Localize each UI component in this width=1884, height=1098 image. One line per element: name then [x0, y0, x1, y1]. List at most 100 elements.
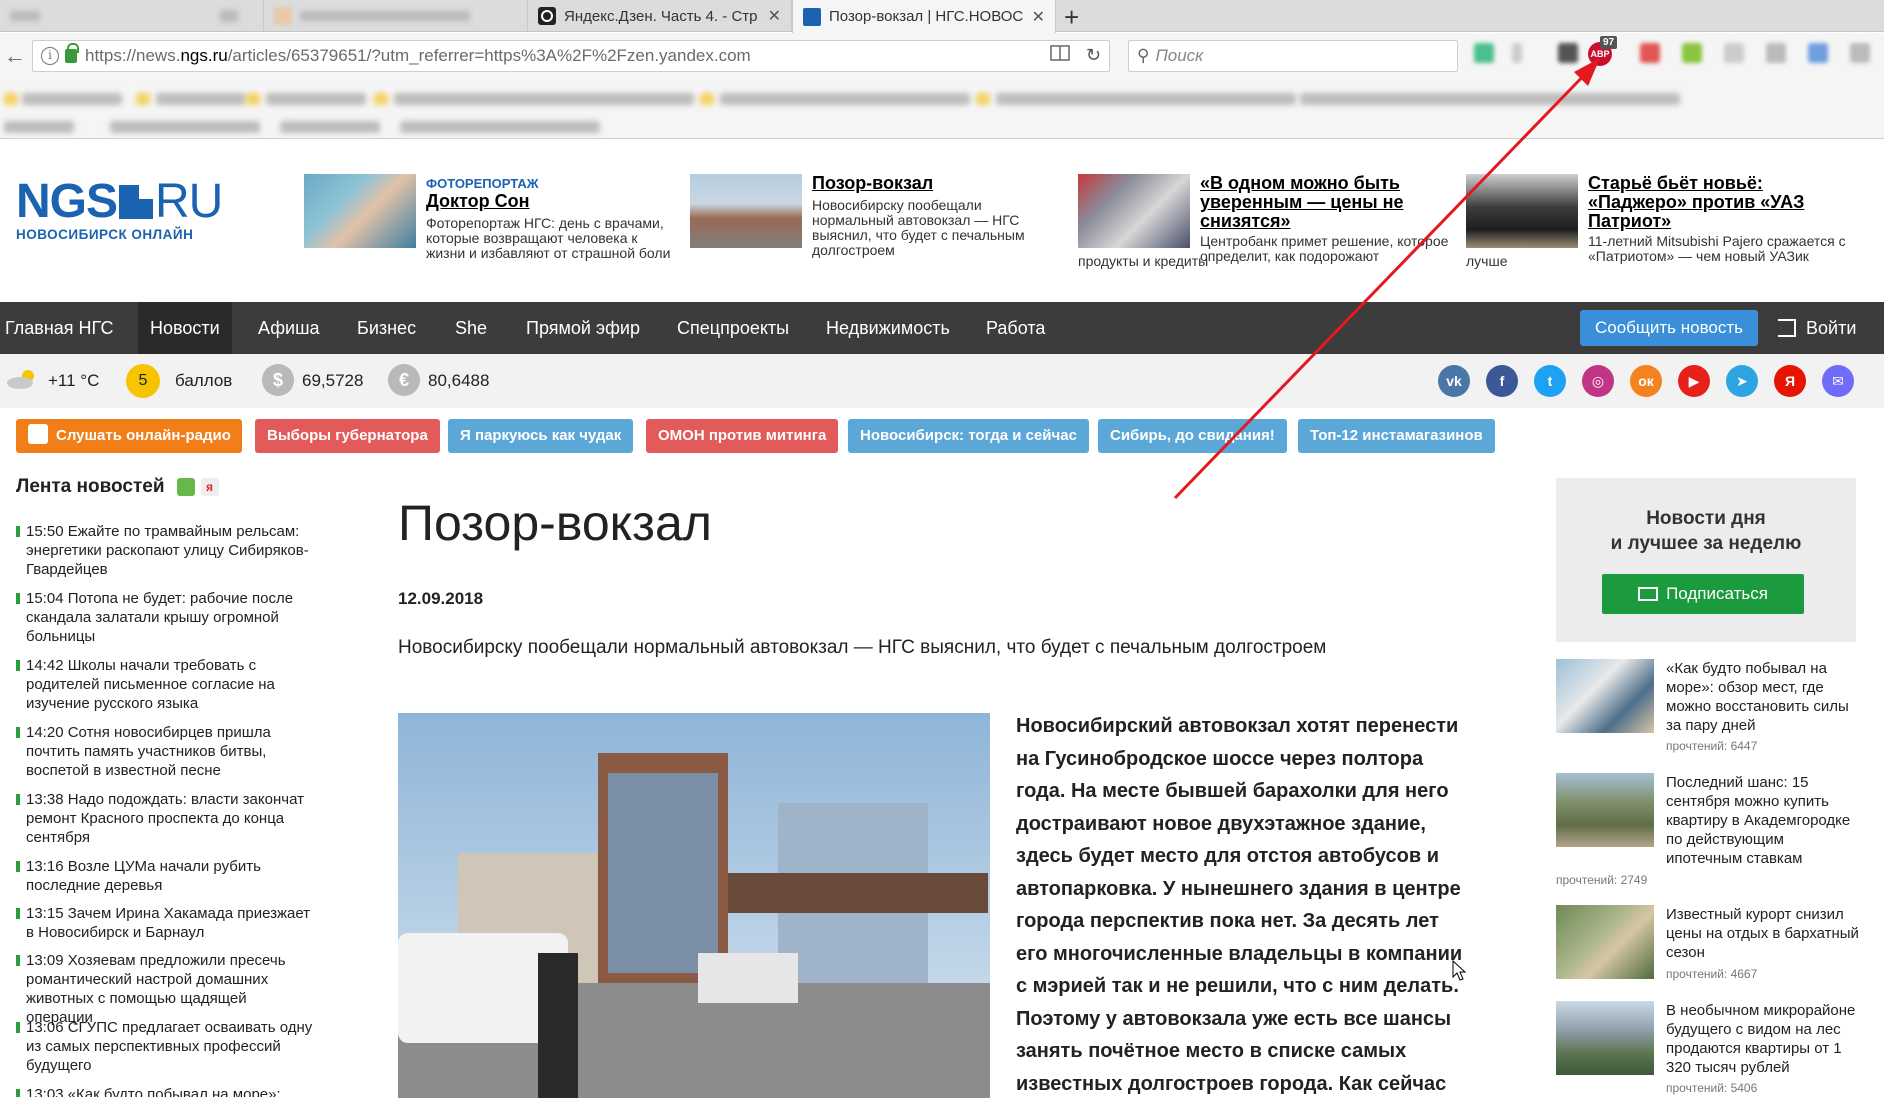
reload-icon[interactable]: ↻ [1086, 45, 1101, 66]
ngs-logo[interactable]: NGS RU НОВОСИБИРСК ОНЛАЙН [16, 174, 223, 242]
rss-icon[interactable] [176, 478, 195, 496]
article-photo[interactable] [398, 713, 990, 1098]
nav-item-realty[interactable]: Недвижимость [821, 302, 955, 354]
promo-text: Фоторепортаж НГС: день с врачами, которы… [426, 215, 671, 261]
nav-item-jobs[interactable]: Работа [981, 302, 1050, 354]
article-lead: Новосибирску пообещали нормальный автово… [398, 637, 1327, 658]
feed-item[interactable]: 13:15 Зачем Ирина Хакамада приезжает в Н… [16, 904, 316, 942]
sidebar-news-title[interactable]: «Как будто побывал на море»: обзор мест,… [1666, 659, 1862, 735]
login-button[interactable]: Войти [1778, 302, 1856, 354]
sidebar-news-item[interactable]: Известный курорт снизил цены на отдых в … [1556, 905, 1866, 985]
nav-item-home[interactable]: Главная НГС [0, 302, 118, 354]
url-bar[interactable]: i https://news. ngs.ru/articles/65379651/… [32, 40, 1110, 72]
subscribe-box: Новости дня и лучшее за неделю Подписатьс… [1556, 478, 1856, 642]
extension-icon[interactable] [1808, 43, 1828, 63]
tag-siberia[interactable]: Сибирь, до свидания! [1098, 419, 1287, 453]
extension-icon[interactable] [1640, 43, 1660, 63]
promo-card[interactable]: Позор-вокзал Новосибирску пообещали норм… [690, 174, 1050, 284]
sidebar-news-title[interactable]: Последний шанс: 15 сентября можно купить… [1666, 773, 1862, 868]
reader-view-icon[interactable] [1050, 45, 1070, 66]
nav-item-specials[interactable]: Спецпроекты [672, 302, 794, 354]
promo-thumbnail[interactable] [690, 174, 802, 248]
tag-elections[interactable]: Выборы губернатора [255, 419, 440, 453]
sidebar-news-item[interactable]: Последний шанс: 15 сентября можно купить… [1556, 773, 1866, 893]
youtube-icon[interactable]: ▶ [1678, 365, 1710, 397]
feed-item[interactable]: 14:20 Сотня новосибирцев пришла почтить … [16, 723, 316, 780]
nav-item-live[interactable]: Прямой эфир [521, 302, 645, 354]
feed-item[interactable]: 15:50 Ежайте по трамвайным рельсам: энер… [16, 522, 316, 579]
promo-thumbnail[interactable] [1078, 174, 1190, 248]
feed-item[interactable]: 14:42 Школы начали требовать с родителей… [16, 656, 316, 713]
instagram-icon[interactable]: ◎ [1582, 365, 1614, 397]
promo-thumbnail[interactable] [1466, 174, 1578, 248]
search-bar[interactable]: ⚲ Поиск [1128, 40, 1458, 72]
sidebar-news-item[interactable]: «Как будто побывал на море»: обзор мест,… [1556, 659, 1866, 759]
promo-card[interactable]: ФОТОРЕПОРТАЖ Доктор Сон Фоторепортаж НГС… [304, 174, 680, 284]
report-news-button[interactable]: Сообщить новость [1580, 310, 1758, 346]
nav-item-news[interactable]: Новости [138, 302, 232, 354]
feed-item[interactable]: 13:38 Надо подождать: власти закончат ре… [16, 790, 316, 847]
extension-icon[interactable] [1558, 43, 1578, 63]
extension-icon[interactable] [1682, 43, 1702, 63]
extension-icon[interactable] [1474, 43, 1494, 63]
nav-item-afisha[interactable]: Афиша [253, 302, 325, 354]
info-icon[interactable]: i [41, 47, 59, 65]
sidebar-news-thumbnail[interactable] [1556, 659, 1654, 733]
logo-subtitle: НОВОСИБИРСК ОНЛАЙН [16, 227, 194, 242]
nav-item-business[interactable]: Бизнес [352, 302, 421, 354]
sidebar-news-thumbnail[interactable] [1556, 773, 1654, 847]
promo-card[interactable]: Старьё бьёт новьё: «Паджеро» против «УАЗ… [1466, 174, 1866, 284]
feed-item[interactable]: 13:16 Возле ЦУМа начали рубить последние… [16, 857, 316, 895]
promo-title[interactable]: Старьё бьёт новьё: «Паджеро» против «УАЗ… [1588, 174, 1828, 231]
adblock-icon[interactable]: ABP 97 [1588, 36, 1618, 66]
extension-icon[interactable] [1724, 43, 1744, 63]
weather-temperature[interactable]: +11 °C [48, 371, 99, 391]
sidebar-news-title[interactable]: В необычном микрорайоне будущего с видом… [1666, 1001, 1862, 1077]
promo-title[interactable]: «В одном можно быть уверенным — цены не … [1200, 174, 1420, 231]
feed-item[interactable]: 13:06 СГУПС предлагает осваивать одну из… [16, 1018, 316, 1075]
subscribe-label: Подписаться [1666, 584, 1768, 603]
sidebar-news-title[interactable]: Известный курорт снизил цены на отдых в … [1666, 905, 1862, 962]
tag-top-12[interactable]: Топ-12 инстамагазинов [1298, 419, 1495, 453]
sidebar-news-views: прочтений: 6447 [1666, 739, 1758, 753]
back-arrow-icon[interactable]: ← [0, 43, 30, 69]
extension-icon[interactable] [1766, 43, 1786, 63]
promo-kicker: ФОТОРЕПОРТАЖ [426, 176, 539, 191]
promo-title[interactable]: Доктор Сон [426, 192, 676, 211]
eur-rate[interactable]: 80,6488 [428, 371, 489, 391]
messenger-icon[interactable]: ✉ [1822, 365, 1854, 397]
promo-card[interactable]: «В одном можно быть уверенным — цены не … [1078, 174, 1458, 284]
tag-radio[interactable]: Слушать онлайн-радио [16, 419, 242, 453]
browser-tab-2[interactable] [264, 0, 528, 32]
tag-omon[interactable]: ОМОН против митинга [646, 419, 839, 453]
odnoklassniki-icon[interactable]: ок [1630, 365, 1662, 397]
sidebar-news-thumbnail[interactable] [1556, 905, 1654, 979]
close-icon[interactable]: ✕ [768, 6, 781, 26]
close-icon[interactable]: ✕ [1032, 7, 1045, 27]
extension-icon[interactable] [1850, 43, 1870, 63]
new-tab-button[interactable]: + [1064, 2, 1079, 33]
browser-tab-ngs[interactable]: Позор-вокзал | НГС.НОВОС ✕ [792, 0, 1056, 33]
extension-icon[interactable] [1512, 43, 1522, 63]
traffic-score-badge[interactable]: 5 [126, 364, 160, 398]
telegram-icon[interactable]: ➤ [1726, 365, 1758, 397]
feed-item[interactable]: 13:03 «Как будто побывал на море»: [16, 1085, 316, 1097]
browser-tab-1[interactable] [0, 0, 264, 32]
yandex-icon[interactable]: Я [1774, 365, 1806, 397]
nav-item-she[interactable]: She [450, 302, 492, 354]
promo-thumbnail[interactable] [304, 174, 416, 248]
tag-parking[interactable]: Я паркуюсь как чудак [448, 419, 634, 453]
sidebar-news-thumbnail[interactable] [1556, 1001, 1654, 1075]
sidebar-news-item[interactable]: В необычном микрорайоне будущего с видом… [1556, 1001, 1866, 1098]
tag-then-now[interactable]: Новосибирск: тогда и сейчас [848, 419, 1089, 453]
vk-icon[interactable]: vk [1438, 365, 1470, 397]
feed-item[interactable]: 15:04 Потопа не будет: рабочие после ска… [16, 589, 316, 646]
twitter-icon[interactable]: t [1534, 365, 1566, 397]
facebook-icon[interactable]: f [1486, 365, 1518, 397]
promo-title[interactable]: Позор-вокзал [812, 174, 1042, 193]
subscribe-button[interactable]: Подписаться [1602, 574, 1804, 614]
browser-tab-zen[interactable]: Яндекс.Дзен. Часть 4. - Стр ✕ [528, 0, 792, 32]
feed-item[interactable]: 13:09 Хозяевам предложили пресечь романт… [16, 951, 316, 1027]
usd-rate[interactable]: 69,5728 [302, 371, 363, 391]
yandex-news-icon[interactable]: я [200, 478, 219, 496]
